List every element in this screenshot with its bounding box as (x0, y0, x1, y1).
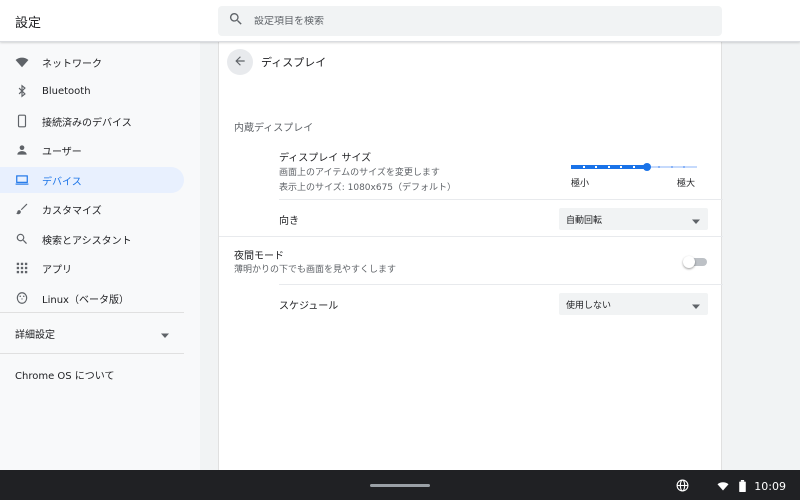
header: 設定 (0, 0, 800, 42)
search-icon (228, 11, 244, 31)
sidebar-item-users[interactable]: ユーザー (0, 137, 184, 163)
slider-tick (633, 166, 635, 168)
battery-icon (729, 477, 747, 496)
slider-max-label: 極大 (677, 179, 696, 189)
sidebar-divider (0, 353, 184, 354)
schedule-label: スケジュール (279, 301, 339, 312)
sidebar-item-label: ネットワーク (42, 58, 102, 70)
schedule-value: 使用しない (566, 300, 612, 311)
app-title: 設定 (15, 16, 42, 31)
orientation-label: 向き (279, 216, 299, 227)
night-light-title: 夜間モード (234, 251, 284, 262)
sidebar-item-device[interactable]: デバイス (0, 167, 184, 193)
sidebar-item-label: 検索とアシスタント (42, 235, 132, 247)
sidebar-item-label: Linux（ベータ版） (42, 294, 129, 306)
display-size-title: ディスプレイ サイズ (279, 153, 372, 164)
slider-tick (658, 166, 660, 168)
schedule-select[interactable]: 使用しない (559, 293, 708, 315)
sidebar-item-personalization[interactable]: カスタマイズ (0, 196, 184, 222)
slider-tick (671, 166, 673, 168)
sidebar-item-label: Bluetooth (42, 85, 91, 97)
sidebar-advanced-toggle[interactable]: 詳細設定 (0, 320, 184, 346)
laptop-icon (15, 173, 29, 187)
slider-tick (620, 166, 622, 168)
section-title: 内蔵ディスプレイ (234, 123, 314, 134)
sidebar: ネットワーク Bluetooth 接続済みのデバイス ユーザー デバイス カスタ… (0, 42, 200, 470)
arrow-drop-down-icon (692, 295, 700, 314)
home-bar[interactable] (370, 484, 430, 487)
phone-icon (15, 114, 29, 128)
arrow-back-icon (233, 53, 247, 72)
sidebar-item-linux[interactable]: Linux（ベータ版） (0, 285, 184, 311)
clock: 10:09 (754, 480, 786, 493)
status-tray[interactable]: 10:09 (666, 477, 786, 496)
globe-icon[interactable] (666, 477, 689, 496)
section-divider (219, 236, 723, 237)
slider-min-label: 極小 (571, 179, 590, 189)
brush-icon (15, 202, 29, 216)
apps-grid-icon (15, 261, 29, 275)
display-size-slider[interactable] (571, 159, 697, 175)
slider-tick (683, 166, 685, 168)
orientation-select[interactable]: 自動回転 (559, 208, 708, 230)
orientation-value: 自動回転 (566, 215, 603, 226)
sidebar-item-bluetooth[interactable]: Bluetooth (0, 78, 184, 104)
wifi-icon (707, 477, 729, 496)
slider-tick (583, 166, 585, 168)
sidebar-item-label: 接続済みのデバイス (42, 117, 132, 129)
slider-tick (608, 166, 610, 168)
night-light-description: 薄明かりの下でも画面を見やすくします (234, 265, 397, 275)
sidebar-item-label: ユーザー (42, 146, 82, 158)
row-divider (279, 199, 723, 200)
advanced-label: 詳細設定 (15, 329, 55, 341)
main-card: ディスプレイ 内蔵ディスプレイ ディスプレイ サイズ 画面上のアイテムのサイズを… (218, 42, 723, 470)
toggle-knob (683, 256, 695, 268)
night-light-toggle[interactable] (683, 256, 707, 268)
display-size-resolution: 表示上のサイズ: 1080x675（デフォルト） (279, 183, 457, 193)
bluetooth-icon (15, 84, 29, 98)
sidebar-item-network[interactable]: ネットワーク (0, 49, 184, 75)
sidebar-about[interactable]: Chrome OS について (15, 367, 115, 382)
display-size-description: 画面上のアイテムのサイズを変更します (279, 168, 440, 178)
wifi-icon (15, 55, 29, 69)
row-divider (279, 284, 723, 285)
search-box[interactable] (218, 6, 722, 36)
shelf: 10:09 (0, 470, 800, 500)
back-button[interactable] (227, 49, 253, 75)
sidebar-item-label: カスタマイズ (42, 205, 102, 217)
sidebar-item-search-assistant[interactable]: 検索とアシスタント (0, 226, 184, 252)
sidebar-item-apps[interactable]: アプリ (0, 255, 184, 281)
page-title: ディスプレイ (261, 56, 327, 69)
search-input[interactable] (254, 15, 674, 27)
slider-thumb[interactable] (643, 163, 651, 171)
sidebar-item-label: アプリ (42, 264, 72, 276)
arrow-drop-down-icon (692, 210, 700, 229)
penguin-icon (15, 291, 29, 305)
person-icon (15, 143, 29, 157)
sidebar-divider (0, 312, 184, 313)
sidebar-item-label: デバイス (42, 176, 82, 188)
slider-tick (595, 166, 597, 168)
search-icon (15, 232, 29, 246)
arrow-drop-down-icon (161, 324, 169, 343)
sidebar-item-connected-devices[interactable]: 接続済みのデバイス (0, 108, 184, 134)
